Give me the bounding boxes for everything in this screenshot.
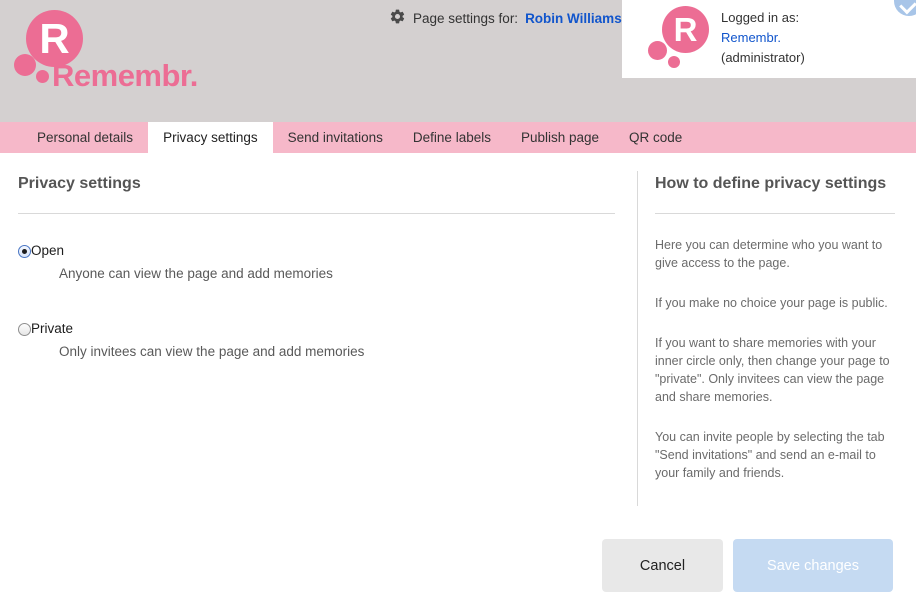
- help-paragraph: Here you can determine who you want to g…: [655, 236, 899, 272]
- cancel-button[interactable]: Cancel: [602, 539, 723, 592]
- radio-open-description: Anyone can view the page and add memorie…: [59, 265, 615, 283]
- main-content: Privacy settings Open Anyone can view th…: [0, 153, 916, 601]
- tab-publish-page[interactable]: Publish page: [506, 122, 614, 153]
- radio-open-label: Open: [31, 242, 64, 260]
- vertical-divider: [637, 171, 638, 506]
- tab-personal-details[interactable]: Personal details: [22, 122, 148, 153]
- logged-in-label: Logged in as:: [721, 8, 805, 28]
- privacy-settings-panel: Privacy settings Open Anyone can view th…: [18, 175, 615, 398]
- page-title: Privacy settings: [18, 175, 615, 193]
- privacy-option-open[interactable]: Open Anyone can view the page and add me…: [18, 242, 615, 283]
- tab-qr-code[interactable]: QR code: [614, 122, 697, 153]
- radio-private-description: Only invitees can view the page and add …: [59, 343, 615, 361]
- help-title: How to define privacy settings: [655, 175, 899, 193]
- save-changes-button[interactable]: Save changes: [733, 539, 893, 592]
- tab-bar: Personal details Privacy settings Send i…: [0, 122, 916, 153]
- radio-private[interactable]: [18, 323, 31, 336]
- avatar: R: [644, 6, 710, 72]
- avatar-dot-large-icon: [648, 41, 667, 60]
- help-paragraph: If you make no choice your page is publi…: [655, 294, 899, 312]
- radio-private-label: Private: [31, 320, 73, 338]
- page-settings-indicator: Page settings for: Robin Williams: [389, 8, 622, 28]
- logo-wordmark: Remembr.: [52, 58, 198, 94]
- avatar-dot-small-icon: [668, 56, 680, 68]
- help-paragraph: You can invite people by selecting the t…: [655, 428, 899, 482]
- site-header: R Remembr. Page settings for: Robin Will…: [0, 0, 916, 122]
- logged-in-name-link[interactable]: Remembr.: [721, 28, 805, 48]
- avatar-r-mark-icon: R: [662, 6, 709, 53]
- check-mark-icon: [899, 0, 916, 14]
- logged-in-panel: R Logged in as: Remembr. (administrator): [622, 0, 916, 78]
- privacy-option-private[interactable]: Private Only invitees can view the page …: [18, 320, 615, 361]
- check-badge-icon[interactable]: [894, 0, 916, 16]
- tab-define-labels[interactable]: Define labels: [398, 122, 506, 153]
- help-divider: [655, 213, 895, 214]
- tab-privacy-settings[interactable]: Privacy settings: [148, 122, 273, 153]
- page-settings-user-link[interactable]: Robin Williams: [525, 11, 622, 26]
- tab-send-invitations[interactable]: Send invitations: [273, 122, 398, 153]
- section-divider: [18, 213, 615, 214]
- page-settings-label: Page settings for:: [413, 11, 518, 26]
- help-paragraph: If you want to share memories with your …: [655, 334, 899, 406]
- help-panel: How to define privacy settings Here you …: [655, 175, 899, 482]
- radio-open[interactable]: [18, 245, 31, 258]
- logo-dot-small-icon: [36, 70, 49, 83]
- logged-in-text: Logged in as: Remembr. (administrator): [721, 8, 805, 68]
- action-bar: Cancel Save changes: [0, 530, 916, 601]
- gear-icon: [389, 8, 406, 28]
- site-logo[interactable]: R Remembr.: [14, 8, 314, 86]
- privacy-option-group: Open Anyone can view the page and add me…: [18, 242, 615, 361]
- logged-in-role: (administrator): [721, 48, 805, 68]
